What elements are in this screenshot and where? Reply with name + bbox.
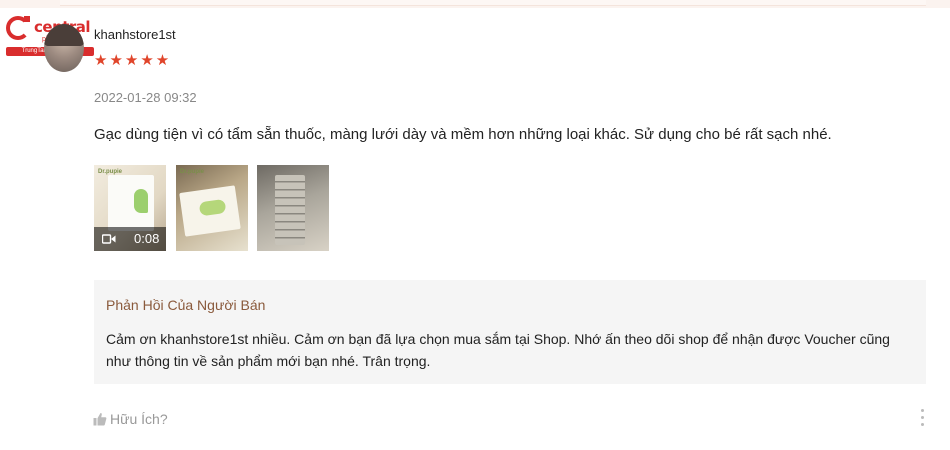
helpful-button[interactable]: Hữu Ích? [93,409,168,429]
video-badge: 0:08 [94,227,166,251]
seller-reply-box: Phản Hồi Của Người Bán Cảm ơn khanhstore… [94,280,926,384]
review-image-thumbnail[interactable] [257,165,329,251]
thumbs-up-icon [93,413,107,426]
review-image-thumbnail[interactable]: Dr.pupie [176,165,248,251]
previous-review-edge [0,0,950,8]
video-duration: 0:08 [134,231,160,246]
star-rating: ★★★★★ [94,52,172,69]
reviewer-username[interactable]: khanhstore1st [94,27,176,42]
seller-reply-title: Phản Hồi Của Người Bán [106,297,266,313]
review-comment: Gạc dùng tiện vì có tẩm sẵn thuốc, màng … [94,126,832,143]
more-options-icon[interactable] [916,406,930,430]
avatar[interactable] [44,24,84,72]
review-timestamp: 2022-01-28 09:32 [94,90,197,105]
helpful-label: Hữu Ích? [110,411,168,427]
video-camera-icon [102,234,116,244]
seller-reply-text: Cảm ơn khanhstore1st nhiều. Cảm ơn bạn đ… [106,331,890,369]
review-video-thumbnail[interactable]: Dr.pupie 0:08 [94,165,166,251]
